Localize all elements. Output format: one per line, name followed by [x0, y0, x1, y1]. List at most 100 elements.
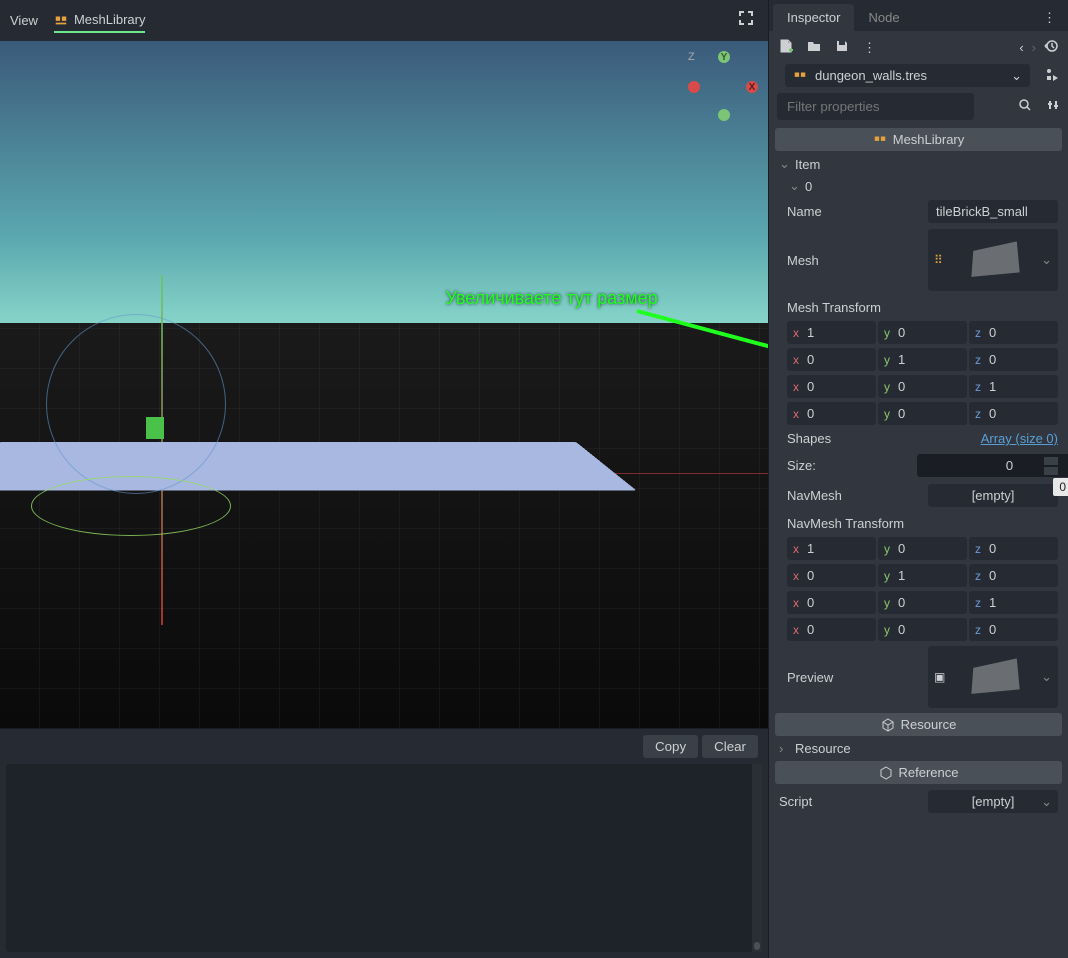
axis-neg-y-icon[interactable] — [718, 109, 730, 121]
navmesh-transform-z-value: 0 — [989, 622, 996, 637]
mesh-transform-z-input[interactable]: z0 — [969, 321, 1058, 344]
docs-icon[interactable] — [1044, 66, 1060, 85]
preview-thumbnail — [971, 658, 1019, 693]
shapes-property: Shapes Array (size 0) — [769, 427, 1068, 450]
navmesh-transform-row-3: x0y0z0 — [769, 616, 1068, 643]
navmesh-transform-x-value: 0 — [807, 568, 814, 583]
mesh-transform-x-input[interactable]: x0 — [787, 402, 876, 425]
history-fwd-icon[interactable]: › — [1032, 40, 1036, 55]
mesh-transform-z-input[interactable]: z1 — [969, 375, 1058, 398]
navmesh-value[interactable]: [empty] — [928, 484, 1058, 507]
image-icon: ▣ — [934, 670, 945, 684]
mesh-transform-x-input[interactable]: x0 — [787, 375, 876, 398]
mesh-transform-y-input[interactable]: y0 — [878, 321, 967, 344]
scene-3d-view[interactable]: Увеличиваете тут размер — [0, 41, 768, 728]
history-icon[interactable] — [1044, 39, 1058, 56]
navmesh-transform-z-input[interactable]: z0 — [969, 564, 1058, 587]
navmesh-transform-x-value: 0 — [807, 595, 814, 610]
navmesh-transform-z-input[interactable]: z0 — [969, 537, 1058, 560]
name-property: Name tileBrickB_small — [769, 197, 1068, 226]
navmesh-transform-z-input[interactable]: z1 — [969, 591, 1058, 614]
resource-group[interactable]: › Resource — [769, 738, 1068, 759]
new-resource-icon[interactable] — [779, 39, 793, 56]
navmesh-transform-y-input[interactable]: y1 — [878, 564, 967, 587]
selection-cube[interactable] — [146, 417, 164, 439]
resource-section[interactable]: Resource — [775, 713, 1062, 736]
navmesh-transform-z-input[interactable]: z0 — [969, 618, 1058, 641]
y-axis-label: y — [884, 407, 898, 421]
copy-button[interactable]: Copy — [643, 735, 698, 758]
mesh-label: Mesh — [787, 253, 928, 268]
chevron-down-icon: ⌄ — [1011, 68, 1022, 84]
x-axis-label: x — [793, 596, 807, 610]
mesh-transform-y-input[interactable]: y0 — [878, 402, 967, 425]
size-down-button[interactable] — [1044, 467, 1058, 475]
chevron-down-icon: ⌄ — [779, 156, 789, 172]
navmesh-transform-x-input[interactable]: x1 — [787, 537, 876, 560]
mesh-transform-row-2: x0y0z1 — [769, 373, 1068, 400]
tab-node[interactable]: Node — [854, 4, 913, 31]
script-property: Script [empty] ⌄ — [769, 786, 1068, 817]
mesh-transform-y-value: 1 — [898, 352, 905, 367]
x-axis-label: x — [793, 380, 807, 394]
mesh-transform-y-input[interactable]: y0 — [878, 375, 967, 398]
mesh-transform-x-input[interactable]: x0 — [787, 348, 876, 371]
more-icon[interactable]: ⋮ — [863, 40, 876, 56]
name-input[interactable]: tileBrickB_small — [928, 200, 1058, 223]
console-output[interactable] — [6, 764, 762, 952]
script-label: Script — [779, 794, 928, 809]
clear-button[interactable]: Clear — [702, 735, 758, 758]
open-resource-icon[interactable] — [807, 39, 821, 56]
axis-y-icon[interactable] — [718, 51, 730, 63]
gizmo-ring[interactable] — [31, 476, 231, 536]
meshlibrary-menu[interactable]: MeshLibrary — [54, 8, 146, 33]
item-group[interactable]: ⌄ Item — [769, 153, 1068, 175]
axis-x-icon[interactable] — [746, 81, 758, 93]
chevron-right-icon: › — [779, 741, 789, 756]
navmesh-transform-x-input[interactable]: x0 — [787, 564, 876, 587]
view-menu[interactable]: View — [10, 9, 38, 32]
mesh-transform-y-value: 0 — [898, 325, 905, 340]
navmesh-transform-x-input[interactable]: x0 — [787, 591, 876, 614]
navmesh-property: NavMesh [empty] — [769, 481, 1068, 510]
mesh-transform-y-input[interactable]: y1 — [878, 348, 967, 371]
navmesh-transform-row-2: x0y0z1 — [769, 589, 1068, 616]
navmesh-transform-y-input[interactable]: y0 — [878, 591, 967, 614]
tab-menu-icon[interactable]: ⋮ — [1043, 10, 1056, 26]
mesh-transform-x-input[interactable]: x1 — [787, 321, 876, 344]
axis-neg-x-icon[interactable] — [688, 81, 700, 93]
scroll-thumb[interactable] — [754, 942, 760, 950]
axis-gizmo[interactable] — [688, 51, 758, 121]
resource-file-label: dungeon_walls.tres — [815, 68, 927, 83]
meshlib-section-label: MeshLibrary — [893, 132, 965, 147]
size-up-button[interactable] — [1044, 457, 1058, 465]
preview-thumbnail-box[interactable]: ▣ ⌄ — [928, 646, 1058, 708]
save-resource-icon[interactable] — [835, 39, 849, 56]
navmesh-transform-y-input[interactable]: y0 — [878, 537, 967, 560]
console-scrollbar[interactable] — [752, 764, 762, 952]
mesh-preview[interactable]: ⠿ ⌄ — [928, 229, 1058, 291]
shapes-value[interactable]: Array (size 0) — [981, 431, 1058, 446]
search-icon[interactable] — [1018, 98, 1032, 115]
navmesh-transform-y-input[interactable]: y0 — [878, 618, 967, 641]
mesh-transform-z-input[interactable]: z0 — [969, 348, 1058, 371]
inspector-icon-bar: ⋮ ‹ › — [769, 31, 1068, 64]
mesh-transform-z-input[interactable]: z0 — [969, 402, 1058, 425]
navmesh-transform-label: NavMesh Transform — [769, 510, 1068, 535]
size-spinner[interactable] — [1044, 456, 1058, 476]
reference-section[interactable]: Reference — [775, 761, 1062, 784]
settings-icon[interactable] — [1046, 98, 1060, 115]
item-index[interactable]: ⌄ 0 — [769, 175, 1068, 197]
history-back-icon[interactable]: ‹ — [1019, 40, 1023, 55]
filter-input[interactable] — [777, 93, 974, 120]
mesh-transform-row-3: x0y0z0 — [769, 400, 1068, 427]
tab-inspector[interactable]: Inspector — [773, 4, 854, 31]
gizmo-sphere[interactable] — [46, 314, 226, 494]
mesh-transform-z-value: 0 — [989, 406, 996, 421]
navmesh-transform-x-input[interactable]: x0 — [787, 618, 876, 641]
script-value[interactable]: [empty] ⌄ — [928, 790, 1058, 813]
item-group-label: Item — [795, 157, 820, 172]
meshlibrary-section[interactable]: MeshLibrary — [775, 128, 1062, 151]
fullscreen-icon[interactable] — [738, 10, 754, 29]
resource-dropdown[interactable]: dungeon_walls.tres ⌄ — [785, 64, 1030, 87]
